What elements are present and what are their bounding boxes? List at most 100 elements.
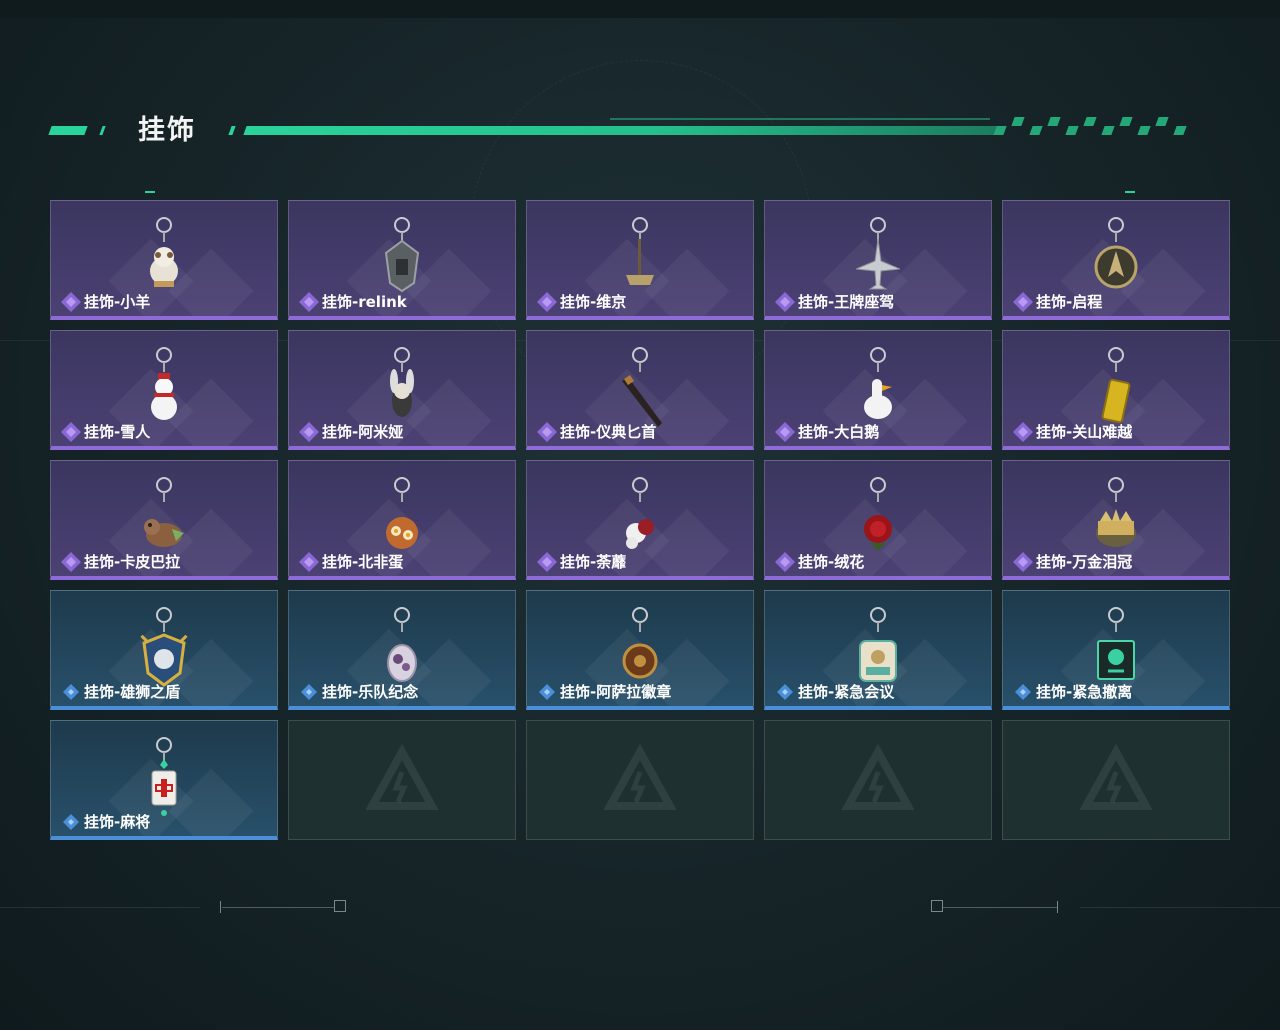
header-accent-tick [228,126,236,135]
charm-card[interactable]: 挂饰-北非蛋 [288,460,516,580]
charm-label: 挂饰-绒花 [775,551,864,572]
charm-name: 挂饰-北非蛋 [322,553,404,571]
purple-rarity-icon [299,551,319,572]
charm-label: 挂饰-卡皮巴拉 [61,551,180,572]
purple-rarity-icon [1013,421,1033,442]
header-accent-bar [243,126,997,135]
empty-slot-logo-icon [841,743,915,816]
charm-name: 挂饰-麻将 [84,813,151,831]
charm-name: 挂饰-荼蘼 [560,553,627,571]
blue-rarity-icon [61,682,81,702]
grid-corner-marker [1125,191,1135,193]
charm-card[interactable]: 挂饰-麻将 [50,720,278,840]
charm-card[interactable]: 挂饰-紧急会议 [764,590,992,710]
charm-card[interactable]: 挂饰-卡皮巴拉 [50,460,278,580]
charm-label: 挂饰-荼蘼 [537,551,626,572]
purple-rarity-icon [61,551,81,572]
charm-label: 挂饰-雄狮之盾 [61,681,180,702]
charm-card[interactable]: 挂饰-阿萨拉徽章 [526,590,754,710]
charm-card[interactable]: 挂饰-乐队纪念 [288,590,516,710]
charm-card[interactable]: 挂饰-雄狮之盾 [50,590,278,710]
charm-card[interactable]: 挂饰-雪人 [50,330,278,450]
purple-rarity-icon [775,421,795,442]
blue-rarity-icon [775,682,795,702]
purple-rarity-icon [61,291,81,312]
header-accent-tick [99,126,106,135]
charm-card[interactable]: 挂饰-小羊 [50,200,278,320]
charm-name: 挂饰-维京 [560,293,627,311]
header-checker-pattern [993,117,1200,135]
charm-label: 挂饰-关山难越 [1013,421,1132,442]
charm-name: 挂饰-仪典匕首 [560,423,657,441]
charm-name: 挂饰-关山难越 [1036,423,1133,441]
section-title: 挂饰 [138,115,196,146]
purple-rarity-icon [1013,291,1033,312]
charm-name: 挂饰-紧急撤离 [1036,683,1133,701]
blue-rarity-icon [537,682,557,702]
charm-name: 挂饰-绒花 [798,553,865,571]
purple-rarity-icon [299,421,319,442]
charm-label: 挂饰-大白鹅 [775,421,879,442]
charm-card[interactable]: 挂饰-维京 [526,200,754,320]
purple-rarity-icon [537,421,557,442]
charm-name: 挂饰-王牌座驾 [798,293,895,311]
charm-card[interactable]: 挂饰-王牌座驾 [764,200,992,320]
charm-label: 挂饰-紧急会议 [775,681,894,702]
empty-charm-slot[interactable] [1002,720,1230,840]
charm-label: 挂饰-阿米娅 [299,421,403,442]
charm-name: 挂饰-relink [322,293,407,311]
purple-rarity-icon [61,421,81,442]
empty-slot-logo-icon [603,743,677,816]
empty-slot-logo-icon [1079,743,1153,816]
top-bar [0,0,1280,18]
empty-charm-slot[interactable] [764,720,992,840]
charm-card[interactable]: 挂饰-紧急撤离 [1002,590,1230,710]
charm-name: 挂饰-小羊 [84,293,151,311]
charm-name: 挂饰-雄狮之盾 [84,683,181,701]
charm-name: 挂饰-阿萨拉徽章 [560,683,672,701]
charm-label: 挂饰-王牌座驾 [775,291,894,312]
charm-card[interactable]: 挂饰-启程 [1002,200,1230,320]
charm-card[interactable]: 挂饰-万金泪冠 [1002,460,1230,580]
blue-rarity-icon [1013,682,1033,702]
empty-charm-slot[interactable] [526,720,754,840]
purple-rarity-icon [775,551,795,572]
header-accent-line [610,118,990,120]
charm-label: 挂饰-万金泪冠 [1013,551,1132,572]
charm-name: 挂饰-启程 [1036,293,1103,311]
empty-slot-logo-icon [365,743,439,816]
blue-rarity-icon [61,812,81,832]
purple-rarity-icon [1013,551,1033,572]
charm-name: 挂饰-万金泪冠 [1036,553,1133,571]
purple-rarity-icon [299,291,319,312]
charm-name: 挂饰-阿米娅 [322,423,404,441]
charm-name: 挂饰-紧急会议 [798,683,895,701]
charm-card[interactable]: 挂饰-大白鹅 [764,330,992,450]
header-accent-block [48,126,88,135]
charm-label: 挂饰-雪人 [61,421,150,442]
charm-label: 挂饰-启程 [1013,291,1102,312]
charm-name: 挂饰-卡皮巴拉 [84,553,181,571]
charm-label: 挂饰-麻将 [61,811,150,832]
charm-name: 挂饰-雪人 [84,423,151,441]
charm-card[interactable]: 挂饰-relink [288,200,516,320]
charm-label: 挂饰-维京 [537,291,626,312]
grid-corner-marker [145,191,155,193]
empty-charm-slot[interactable] [288,720,516,840]
charm-card[interactable]: 挂饰-绒花 [764,460,992,580]
charm-card[interactable]: 挂饰-关山难越 [1002,330,1230,450]
charm-name: 挂饰-乐队纪念 [322,683,419,701]
charm-card[interactable]: 挂饰-荼蘼 [526,460,754,580]
charm-label: 挂饰-仪典匕首 [537,421,656,442]
charm-card[interactable]: 挂饰-仪典匕首 [526,330,754,450]
purple-rarity-icon [537,551,557,572]
purple-rarity-icon [537,291,557,312]
charm-label: 挂饰-relink [299,291,407,312]
charm-card[interactable]: 挂饰-阿米娅 [288,330,516,450]
charm-label: 挂饰-北非蛋 [299,551,403,572]
blue-rarity-icon [299,682,319,702]
purple-rarity-icon [775,291,795,312]
charm-label: 挂饰-阿萨拉徽章 [537,681,671,702]
charm-label: 挂饰-乐队纪念 [299,681,418,702]
charm-label: 挂饰-紧急撤离 [1013,681,1132,702]
